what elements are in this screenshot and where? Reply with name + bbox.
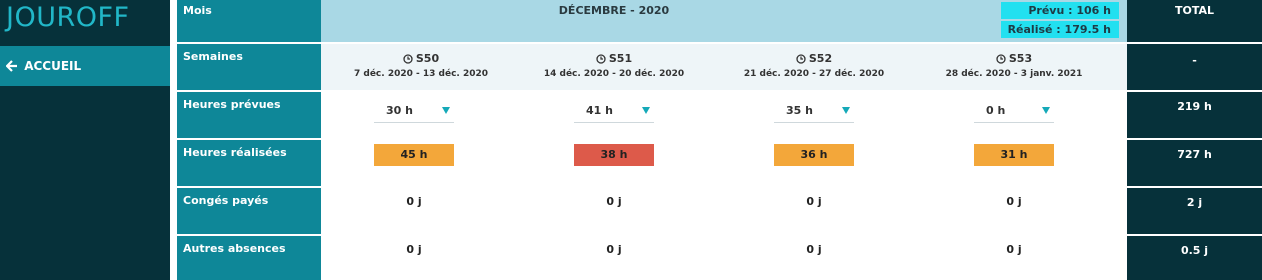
other-absences-label: Autres absences <box>177 236 321 280</box>
nav-home-label: ACCUEIL <box>24 59 82 73</box>
week-header: S51 14 déc. 2020 - 20 déc. 2020 <box>514 44 714 79</box>
paid-leave-value: 0 j <box>406 195 422 208</box>
week-range: 21 déc. 2020 - 27 déc. 2020 <box>743 69 885 79</box>
other-absences-total: 0.5 j <box>1127 236 1262 280</box>
week-name: S53 <box>1008 52 1033 65</box>
actual-hours-badge: 38 h <box>574 144 654 166</box>
other-absences-value: 0 j <box>806 243 822 256</box>
clock-icon <box>596 54 606 64</box>
actual-summary: Réalisé : 179.5 h <box>1001 21 1119 38</box>
planned-hours-value: 30 h <box>386 104 413 117</box>
week-header: S52 21 déc. 2020 - 27 déc. 2020 <box>714 44 914 79</box>
actual-hours-total: 727 h <box>1127 140 1262 186</box>
planned-hours-value: 41 h <box>586 104 613 117</box>
actual-hours-row: Heures réalisées 727 h <box>177 140 1262 188</box>
month-band: DÉCEMBRE - 2020 Prévu : 106 h Réalisé : … <box>321 0 1127 42</box>
planned-hours-value: 0 h <box>986 104 1006 117</box>
week-header: S53 28 déc. 2020 - 3 janv. 2021 <box>914 44 1114 79</box>
planned-summary: Prévu : 106 h <box>1001 2 1119 19</box>
planned-hours-select[interactable]: 0 h <box>974 101 1054 123</box>
caret-down-icon <box>642 107 650 114</box>
clock-icon <box>403 54 413 64</box>
actual-hours-badge: 45 h <box>374 144 454 166</box>
month-row: Mois DÉCEMBRE - 2020 Prévu : 106 h Réali… <box>177 0 1262 44</box>
paid-leave-total: 2 j <box>1127 188 1262 234</box>
planned-hours-row: Heures prévues 219 h <box>177 92 1262 140</box>
caret-down-icon <box>1042 107 1050 114</box>
planned-hours-total: 219 h <box>1127 92 1262 138</box>
planned-hours-value: 35 h <box>786 104 813 117</box>
week-name: S51 <box>608 52 633 65</box>
weeks-label: Semaines <box>177 44 321 90</box>
planned-hours-select[interactable]: 30 h <box>374 101 454 123</box>
paid-leave-label: Congés payés <box>177 188 321 234</box>
week-name: S50 <box>415 52 440 65</box>
nav-home-link[interactable]: ACCUEIL <box>0 46 170 86</box>
app-logo: JOUROFF <box>6 2 130 33</box>
planned-hours-select[interactable]: 41 h <box>574 101 654 123</box>
week-name: S52 <box>808 52 833 65</box>
actual-hours-badge: 36 h <box>774 144 854 166</box>
actual-hours-label: Heures réalisées <box>177 140 321 186</box>
paid-leave-value: 0 j <box>606 195 622 208</box>
week-header: S50 7 déc. 2020 - 13 déc. 2020 <box>321 44 521 79</box>
week-range: 7 déc. 2020 - 13 déc. 2020 <box>353 69 489 79</box>
planned-hours-select[interactable]: 35 h <box>774 101 854 123</box>
week-range: 14 déc. 2020 - 20 déc. 2020 <box>543 69 685 79</box>
month-title: DÉCEMBRE - 2020 <box>558 4 670 17</box>
paid-leave-value: 0 j <box>806 195 822 208</box>
clock-icon <box>796 54 806 64</box>
arrow-left-icon <box>5 60 17 72</box>
actual-hours-badge: 31 h <box>974 144 1054 166</box>
sidebar: JOUROFF ACCUEIL <box>0 0 170 280</box>
weeks-total: - <box>1127 44 1262 90</box>
clock-icon <box>996 54 1006 64</box>
caret-down-icon <box>442 107 450 114</box>
sidebar-gap <box>170 0 177 280</box>
planned-hours-label: Heures prévues <box>177 92 321 138</box>
other-absences-value: 0 j <box>1006 243 1022 256</box>
other-absences-value: 0 j <box>606 243 622 256</box>
week-range: 28 déc. 2020 - 3 janv. 2021 <box>945 69 1083 79</box>
month-label: Mois <box>177 0 321 42</box>
caret-down-icon <box>842 107 850 114</box>
paid-leave-value: 0 j <box>1006 195 1022 208</box>
other-absences-value: 0 j <box>406 243 422 256</box>
total-header: TOTAL <box>1127 0 1262 42</box>
